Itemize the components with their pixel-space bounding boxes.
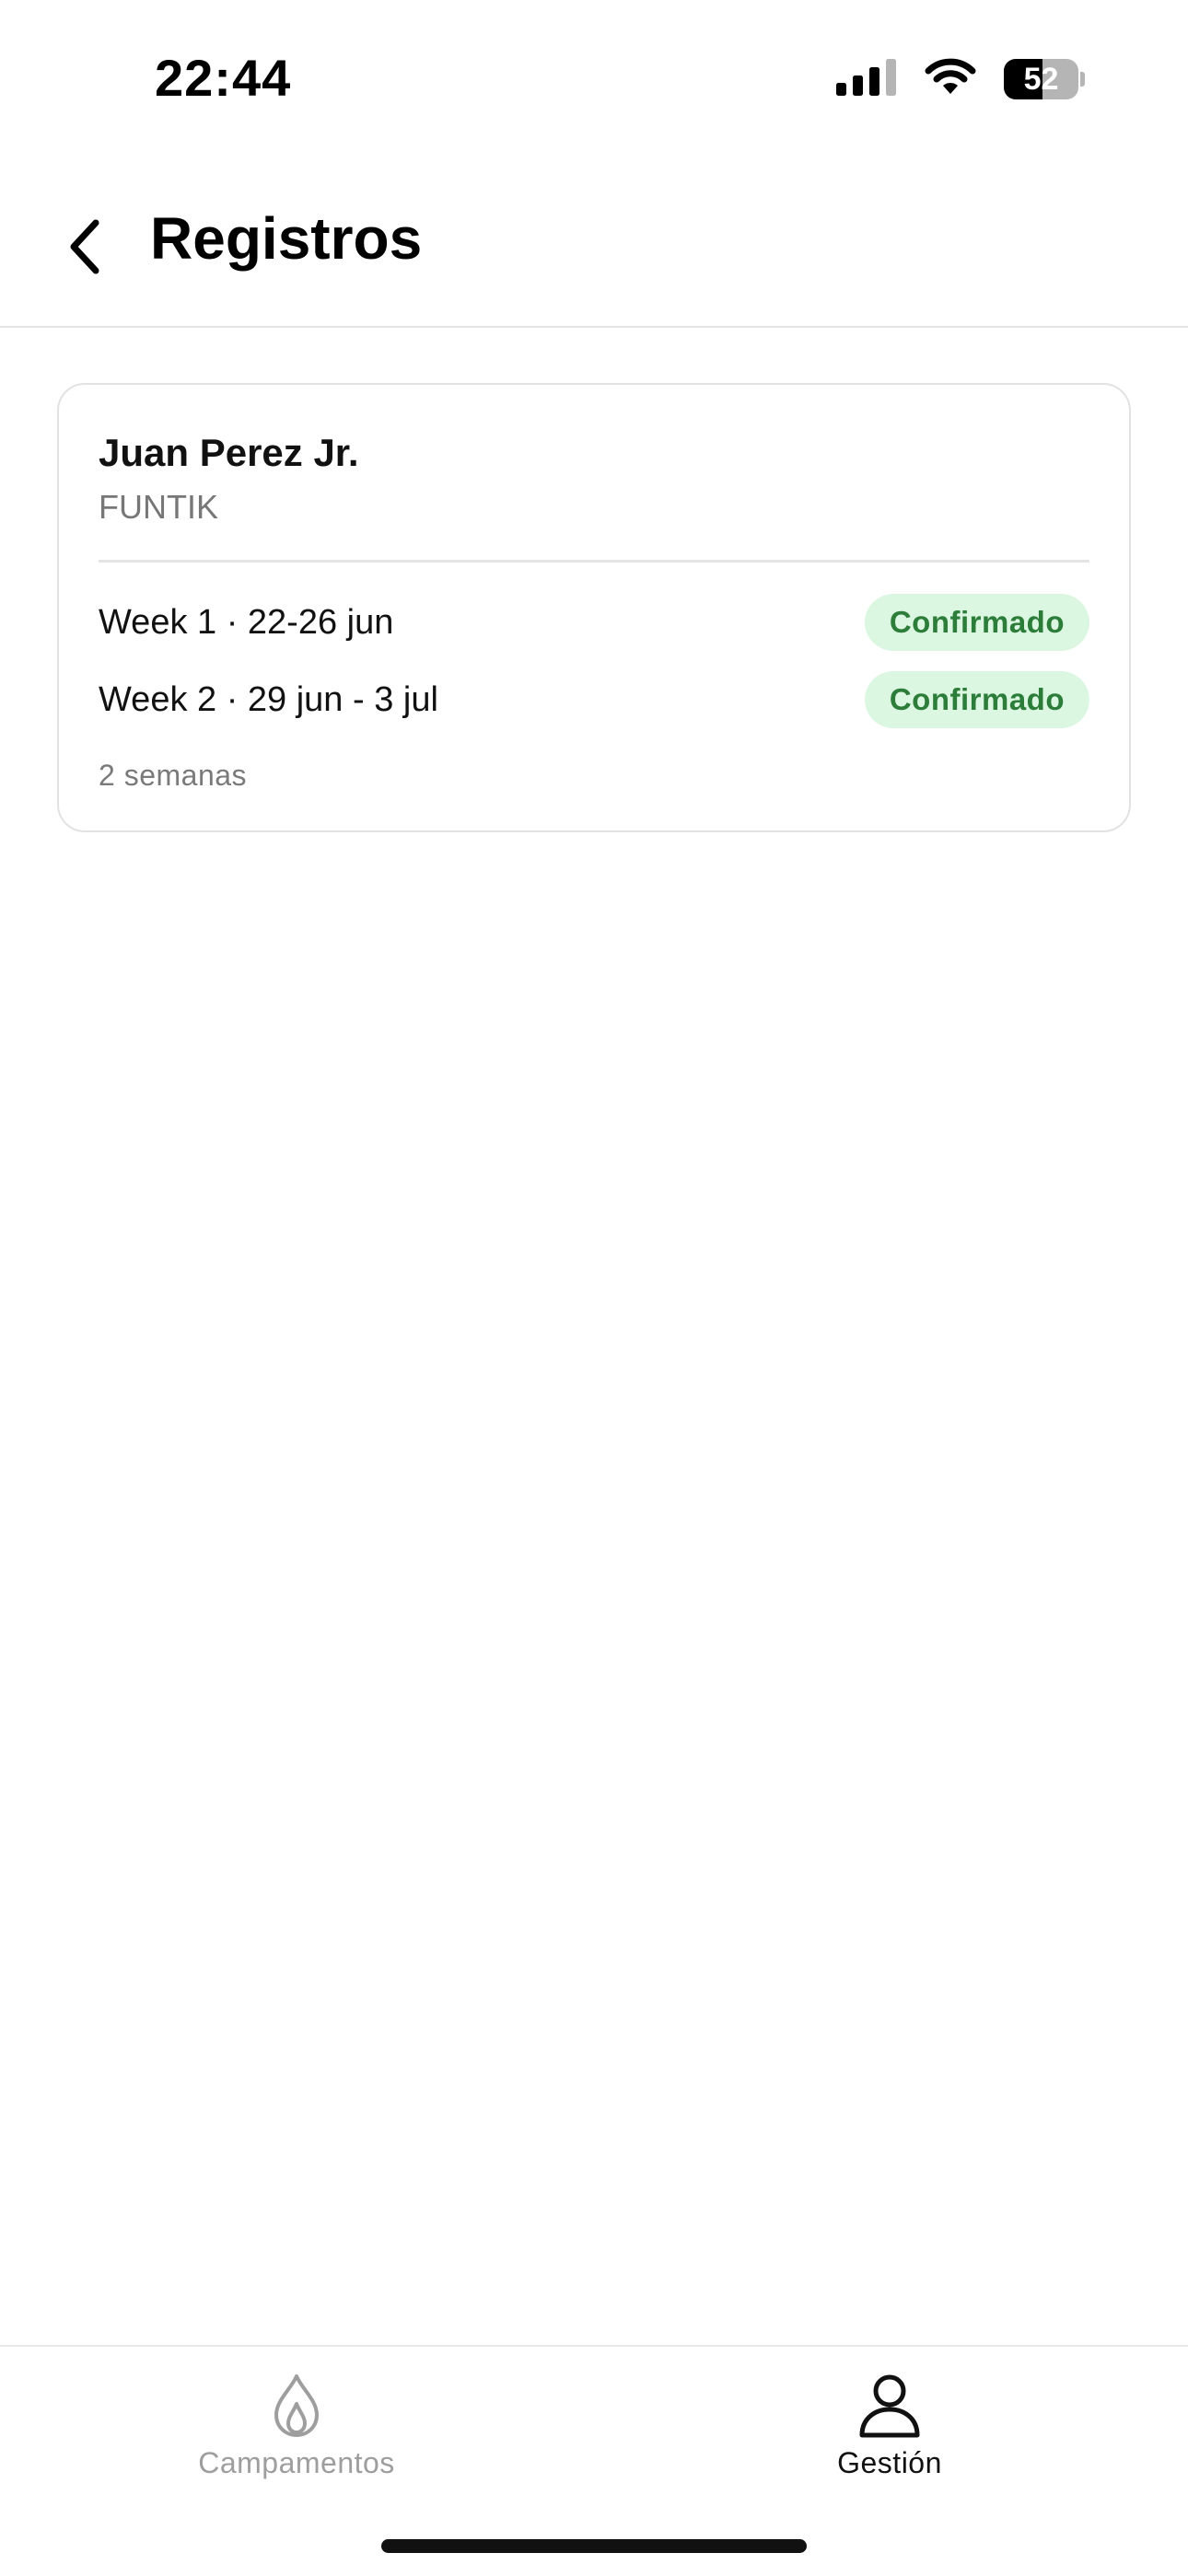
tab-label: Gestión xyxy=(837,2446,942,2479)
back-button[interactable] xyxy=(57,214,112,284)
cellular-signal-icon xyxy=(836,58,897,100)
tab-campamentos[interactable]: Campamentos xyxy=(158,2369,435,2489)
wifi-icon xyxy=(923,57,978,102)
page-title: Registros xyxy=(150,205,423,272)
status-icons: 52 xyxy=(836,55,1085,103)
flame-icon xyxy=(260,2369,333,2443)
home-indicator[interactable] xyxy=(381,2539,807,2553)
weeks-summary: 2 semanas xyxy=(99,759,248,792)
person-icon xyxy=(853,2369,926,2443)
status-time: 22:44 xyxy=(155,49,292,107)
status-badge: Confirmado xyxy=(864,671,1089,728)
battery-icon: 52 xyxy=(1004,59,1085,99)
battery-level: 52 xyxy=(1023,61,1059,97)
week-label: Week 1 · 22-26 jun xyxy=(99,602,394,642)
tab-gestion[interactable]: Gestión xyxy=(751,2369,1028,2489)
camp-name: FUNTIK xyxy=(99,488,218,526)
status-badge: Confirmado xyxy=(864,594,1089,651)
status-bar: 22:44 52 xyxy=(0,0,1188,157)
camper-name: Juan Perez Jr. xyxy=(99,431,359,474)
week-label: Week 2 · 29 jun - 3 jul xyxy=(99,679,438,719)
week-row: Week 1 · 22-26 jun Confirmado xyxy=(99,593,1089,652)
tab-label: Campamentos xyxy=(198,2446,395,2479)
registration-card[interactable]: Juan Perez Jr. FUNTIK Week 1 · 22-26 jun… xyxy=(57,383,1131,832)
chevron-left-icon xyxy=(66,217,103,281)
week-row: Week 2 · 29 jun - 3 jul Confirmado xyxy=(99,670,1089,729)
card-divider xyxy=(99,560,1089,563)
navigation-header: Registros xyxy=(0,157,1188,328)
